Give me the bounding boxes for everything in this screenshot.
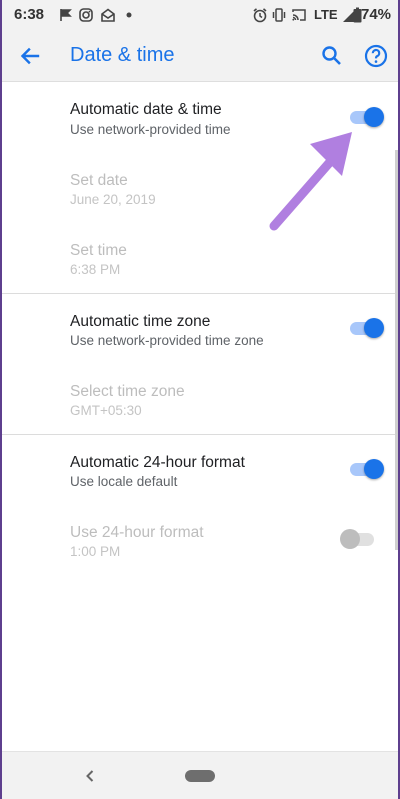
setting-title: Automatic time zone: [70, 313, 211, 330]
battery-percent: 74%: [361, 6, 392, 23]
vibrate-icon: [272, 8, 286, 22]
setting-summary: 1:00 PM: [70, 544, 121, 559]
screen: 6:38 LTE 74% Date & time Automatic date …: [2, 0, 398, 799]
setting-set-time: Set time 6:38 PM: [2, 240, 398, 280]
scrollbar[interactable]: [395, 150, 398, 550]
back-arrow-icon[interactable]: [16, 42, 44, 70]
cast-icon: [292, 9, 306, 21]
annotation-arrow-icon: [269, 132, 352, 231]
location-arrow-icon: [60, 9, 72, 21]
setting-title: Automatic date & time: [70, 101, 222, 118]
setting-summary: Use network-provided time zone: [70, 333, 264, 348]
setting-title: Set date: [70, 172, 128, 189]
email-icon: [101, 8, 115, 22]
setting-select-time-zone: Select time zone GMT+05:30: [2, 381, 398, 421]
help-icon[interactable]: [362, 42, 390, 70]
nav-back-icon[interactable]: [80, 766, 100, 786]
use-24-hour-toggle: [340, 528, 376, 550]
network-type-label: LTE: [314, 7, 338, 22]
setting-summary: Use locale default: [70, 474, 178, 489]
setting-summary: Use network-provided time: [70, 122, 231, 137]
automatic-24-hour-toggle[interactable]: [348, 458, 384, 480]
setting-title: Set time: [70, 242, 127, 259]
setting-title: Select time zone: [70, 383, 185, 400]
automatic-time-zone-toggle[interactable]: [348, 317, 384, 339]
app-bar: Date & time: [2, 30, 398, 82]
setting-automatic-24-hour-format[interactable]: Automatic 24-hour format Use locale defa…: [2, 451, 398, 501]
setting-use-24-hour-format: Use 24-hour format 1:00 PM: [2, 522, 398, 562]
setting-summary: GMT+05:30: [70, 403, 142, 418]
home-pill[interactable]: [185, 770, 215, 782]
section-divider: [2, 434, 398, 435]
setting-title: Automatic 24-hour format: [70, 454, 245, 471]
navigation-bar: [2, 751, 398, 799]
search-icon[interactable]: [318, 42, 346, 70]
setting-summary: June 20, 2019: [70, 192, 156, 207]
setting-summary: 6:38 PM: [70, 262, 121, 277]
alarm-icon: [253, 8, 267, 23]
setting-automatic-time-zone[interactable]: Automatic time zone Use network-provided…: [2, 310, 398, 360]
instagram-icon: [79, 8, 93, 22]
dot-icon: [126, 12, 132, 18]
section-divider: [2, 293, 398, 294]
setting-title: Use 24-hour format: [70, 524, 204, 541]
status-time: 6:38: [14, 6, 45, 23]
status-bar: 6:38 LTE 74%: [2, 0, 398, 30]
page-title: Date & time: [70, 44, 175, 66]
